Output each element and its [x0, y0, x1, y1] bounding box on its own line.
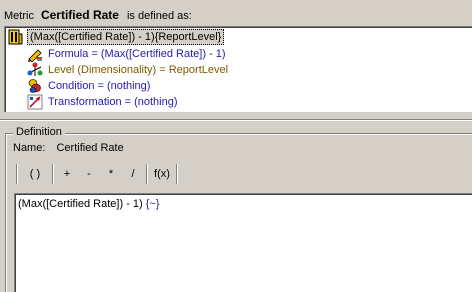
tree-item-label: Condition = (nothing) [48, 80, 151, 92]
plus-button[interactable]: + [56, 164, 78, 184]
tree-item-label: Formula = (Max([Certified Rate]) - 1) [48, 48, 226, 60]
formula-editor[interactable]: (Max([Certified Rate]) - 1) {~} [14, 193, 472, 292]
operator-toolbar: ( ) + - * / f(x) [14, 163, 180, 185]
transformation-icon [27, 94, 43, 110]
parentheses-button[interactable]: ( ) [20, 164, 50, 184]
header-prefix: Metric [4, 10, 34, 22]
tree-item-label: Transformation = (nothing) [48, 96, 178, 108]
expression-text: (Max([Certified Rate]) - 1) [18, 198, 143, 210]
metric-name: Certified Rate [40, 8, 119, 22]
tree-root-label: (Max([Certified Rate]) - 1){ReportLevel} [27, 29, 225, 45]
tree-item-label: Level (Dimensionality) = ReportLevel [48, 64, 229, 76]
divide-button[interactable]: / [122, 164, 144, 184]
toolbar-separator [52, 164, 54, 184]
tree-item-transformation[interactable]: Transformation = (nothing) [27, 94, 178, 110]
tree-item-formula[interactable]: Formula = (Max([Certified Rate]) - 1) [27, 46, 226, 63]
metric-definition-tree[interactable]: (Max([Certified Rate]) - 1){ReportLevel}… [4, 26, 472, 112]
name-label: Name: [13, 142, 46, 154]
tree-item-level[interactable]: Level (Dimensionality) = ReportLevel [27, 62, 228, 78]
definition-header: Metric Certified Rate is defined as: [4, 8, 192, 24]
metric-icon [8, 29, 24, 45]
expression-level-token[interactable]: {~} [146, 198, 160, 210]
name-value: Certified Rate [56, 142, 124, 154]
formula-expression[interactable]: (Max([Certified Rate]) - 1) {~} [18, 198, 160, 210]
header-suffix: is defined as: [126, 10, 192, 22]
name-row: Name: Certified Rate [13, 142, 124, 154]
tree-root-item[interactable]: (Max([Certified Rate]) - 1){ReportLevel} [8, 29, 225, 45]
definition-group-title: Definition [13, 126, 65, 139]
toolbar-separator [176, 164, 178, 184]
multiply-button[interactable]: * [100, 164, 122, 184]
toolbar-separator [146, 164, 148, 184]
formula-pencil-icon [27, 46, 43, 63]
minus-button[interactable]: - [78, 164, 100, 184]
condition-filter-icon [27, 78, 43, 94]
tree-item-condition[interactable]: Condition = (nothing) [27, 78, 150, 94]
function-button[interactable]: f(x) [150, 164, 174, 184]
toolbar-separator [16, 164, 18, 184]
level-dimensionality-icon [27, 62, 43, 78]
pane-splitter[interactable] [0, 119, 472, 121]
